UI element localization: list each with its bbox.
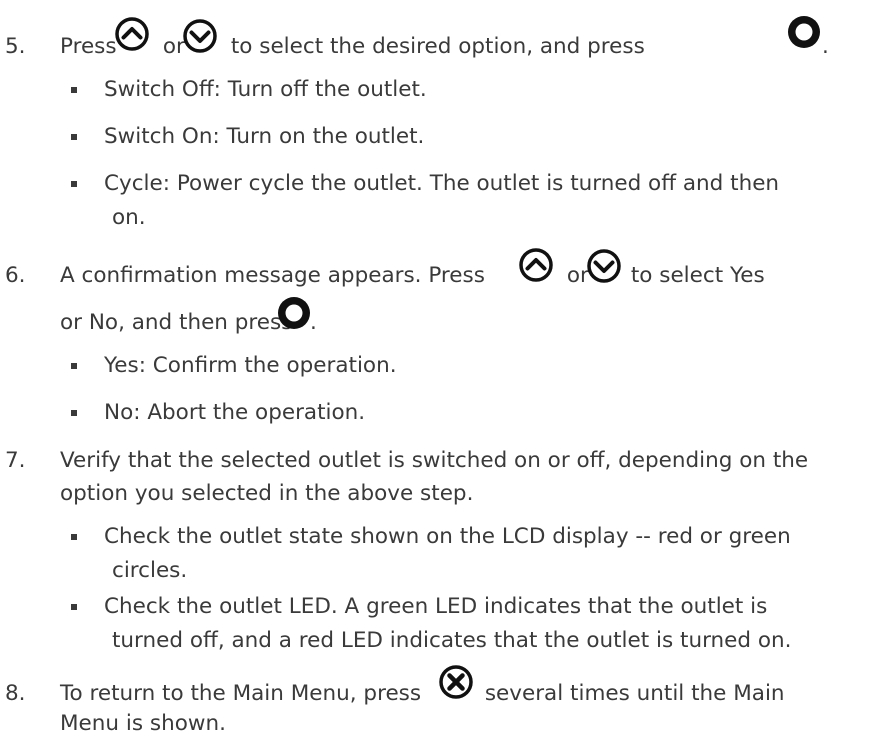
bullet: [71, 363, 77, 369]
step-number: 6.: [5, 263, 26, 288]
option-text: turned off, and a red LED indicates that…: [112, 628, 792, 653]
step-number: 7.: [5, 448, 26, 473]
option-text: Yes: Confirm the operation.: [104, 353, 397, 378]
step-number: 8.: [5, 681, 26, 706]
option-text: Check the outlet state shown on the LCD …: [104, 524, 791, 549]
step-text: Verify that the selected outlet is switc…: [60, 448, 809, 473]
close-button-icon: [438, 664, 474, 700]
option-text: Switch On: Turn on the outlet.: [104, 124, 425, 149]
step-number: 5.: [5, 34, 26, 59]
bullet: [71, 181, 77, 187]
option-text: Cycle: Power cycle the outlet. The outle…: [104, 171, 780, 196]
instruction-page: 5. Press or to select the desired option…: [0, 0, 874, 734]
step-text: or No, and then press: [60, 310, 300, 335]
step-text: .: [310, 310, 317, 335]
option-text: circles.: [112, 558, 188, 583]
option-text: Check the outlet LED. A green LED indica…: [104, 594, 768, 619]
bullet: [71, 410, 77, 416]
step-text: to select the desired option, and press: [224, 34, 652, 59]
bullet: [71, 534, 77, 540]
step-text: To return to the Main Menu, press: [60, 681, 428, 706]
step-text: to select Yes: [624, 263, 765, 288]
ok-button-icon: [276, 295, 312, 331]
option-text: No: Abort the operation.: [104, 400, 366, 425]
step-text: .: [822, 34, 829, 59]
step-text: several times until the Main: [478, 681, 785, 706]
option-text: on.: [112, 205, 146, 230]
option-text: Switch Off: Turn off the outlet.: [104, 77, 427, 102]
bullet: [71, 134, 77, 140]
down-arrow-button-icon: [586, 248, 622, 284]
bullet: [71, 87, 77, 93]
up-arrow-button-icon: [518, 247, 554, 283]
step-text: option you selected in the above step.: [60, 481, 474, 506]
down-arrow-button-icon: [182, 18, 218, 54]
ok-button-icon: [786, 14, 822, 50]
step-text: A confirmation message appears. Press: [60, 263, 492, 288]
step-text: Menu is shown.: [60, 711, 226, 736]
bullet: [71, 604, 77, 610]
up-arrow-button-icon: [114, 16, 150, 52]
